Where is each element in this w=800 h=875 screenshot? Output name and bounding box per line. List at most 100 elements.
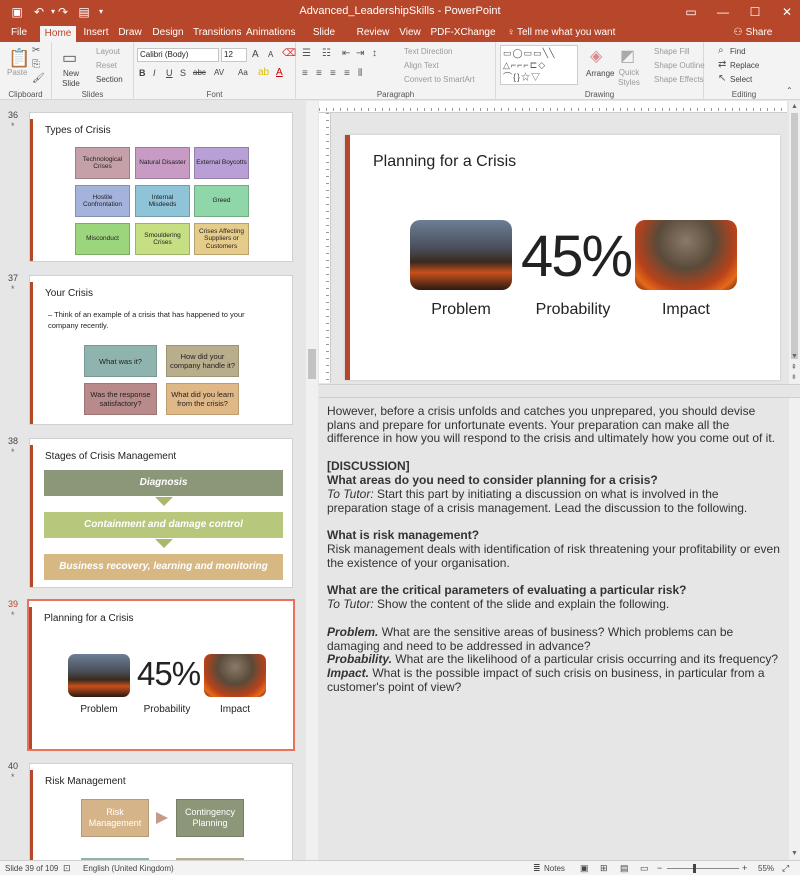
copy-icon[interactable]: ⎘: [32, 59, 40, 70]
zoom-slider-thumb[interactable]: [693, 864, 696, 873]
zoom-out-icon[interactable]: −: [657, 863, 662, 873]
zoom-slider[interactable]: [667, 868, 739, 869]
thumbnail-slide-37[interactable]: Your Crisis – Think of an example of a c…: [29, 275, 293, 425]
notes-scroll-down-icon[interactable]: ▼: [791, 850, 798, 857]
zoom-in-icon[interactable]: +: [742, 863, 747, 873]
cut-icon[interactable]: ✂: [32, 45, 40, 56]
tab-file[interactable]: File: [6, 24, 32, 42]
align-right-icon[interactable]: ≡: [330, 68, 336, 79]
format-painter-icon[interactable]: 🖌: [32, 73, 45, 84]
slide-title[interactable]: Planning for a Crisis: [373, 153, 516, 171]
scroll-down-icon[interactable]: ▼: [791, 353, 798, 360]
thumbnail-slide-38[interactable]: Stages of Crisis Management Diagnosis Co…: [29, 438, 293, 588]
columns-icon[interactable]: ⫴: [358, 68, 362, 79]
spell-check-icon[interactable]: ⊡: [63, 863, 71, 874]
highlight-icon[interactable]: ab: [258, 67, 269, 78]
new-slide-button[interactable]: New Slide: [58, 69, 84, 89]
label-probability[interactable]: Probability: [521, 301, 625, 319]
thumbnail-slide-39[interactable]: Planning for a Crisis 45% Problem Probab…: [27, 599, 295, 751]
close-button[interactable]: ✕: [778, 3, 796, 21]
thumbnail-slide-40[interactable]: Risk Management Risk Management Continge…: [29, 763, 293, 860]
shape-effects-button[interactable]: Shape Effects: [654, 75, 704, 84]
previous-slide-icon[interactable]: ⇞: [791, 363, 797, 371]
probability-percent[interactable]: 45%: [521, 223, 633, 290]
tab-review[interactable]: Review: [355, 24, 391, 42]
character-spacing-button[interactable]: AV: [214, 68, 224, 77]
tab-design[interactable]: Design: [151, 24, 185, 42]
font-name-select[interactable]: Calibri (Body): [137, 48, 219, 62]
arrange-button[interactable]: Arrange: [586, 69, 614, 78]
bullets-icon[interactable]: ☰: [302, 48, 311, 59]
quick-styles-icon[interactable]: ◩: [620, 46, 635, 66]
tab-slide-show[interactable]: Slide Show: [301, 24, 347, 56]
share-button[interactable]: Share: [745, 24, 773, 42]
notes-toggle-button[interactable]: Notes: [544, 864, 565, 873]
select-button[interactable]: Select: [730, 75, 752, 84]
slide-scroll-thumb[interactable]: [791, 113, 798, 359]
fit-to-window-icon[interactable]: ⤢: [782, 863, 789, 874]
notes-scrollbar[interactable]: ▼: [789, 398, 800, 860]
notes-icon[interactable]: ≣: [533, 863, 541, 874]
find-icon[interactable]: ⌕: [718, 45, 724, 56]
line-spacing-icon[interactable]: ↕: [372, 48, 377, 59]
tab-animations[interactable]: Animations: [246, 24, 295, 42]
shrink-font-button[interactable]: A: [268, 50, 273, 59]
paste-button[interactable]: Paste: [7, 68, 27, 77]
grow-font-button[interactable]: A: [252, 49, 259, 60]
shapes-gallery[interactable]: ▭◯▭▭╲╲ △⌐⌐⌐⊏◇ ⌒{}☆▽: [500, 45, 578, 85]
notes-pane[interactable]: However, before a crisis unfolds and cat…: [319, 398, 789, 860]
thumbnails-scroll-thumb[interactable]: [308, 349, 316, 379]
clear-formatting-icon[interactable]: ⌫: [282, 48, 296, 59]
paste-icon[interactable]: 📋: [8, 48, 30, 69]
replace-button[interactable]: Replace: [730, 61, 759, 70]
collapse-ribbon-icon[interactable]: ⌃: [786, 86, 793, 95]
justify-icon[interactable]: ≡: [344, 68, 350, 79]
quick-styles-button[interactable]: Quick Styles: [616, 68, 642, 88]
normal-view-icon[interactable]: ▣: [580, 863, 589, 874]
section-button[interactable]: Section: [96, 75, 123, 84]
shape-outline-button[interactable]: Shape Outline: [654, 61, 705, 70]
convert-smartart-button[interactable]: Convert to SmartArt: [404, 75, 475, 84]
tab-draw[interactable]: Draw: [116, 24, 144, 42]
strikethrough-button[interactable]: abc: [193, 68, 206, 77]
text-direction-button[interactable]: Text Direction: [404, 47, 452, 56]
tab-home[interactable]: Home: [40, 26, 76, 42]
decrease-indent-icon[interactable]: ⇤: [342, 48, 350, 59]
thumbnails-scrollbar[interactable]: [306, 101, 318, 860]
slideshow-view-icon[interactable]: ▭: [640, 863, 649, 874]
label-impact[interactable]: Impact: [630, 301, 742, 319]
slide-scrollbar[interactable]: ▲ ▼ ⇞ ⇟: [789, 101, 800, 384]
tab-transitions[interactable]: Transitions: [193, 24, 242, 42]
replace-icon[interactable]: ⇄: [718, 59, 726, 70]
numbering-icon[interactable]: ☷: [322, 48, 331, 59]
tab-insert[interactable]: Insert: [82, 24, 110, 42]
thumbnail-slide-36[interactable]: Types of Crisis Technological Crises Nat…: [29, 112, 293, 262]
reading-view-icon[interactable]: ▤: [620, 863, 629, 874]
language-indicator[interactable]: English (United Kingdom): [83, 864, 174, 873]
tell-me-search[interactable]: Tell me what you want to do: [517, 24, 617, 56]
new-slide-icon[interactable]: ▭: [62, 48, 77, 68]
italic-button[interactable]: I: [153, 68, 156, 78]
font-color-icon[interactable]: A: [276, 67, 283, 78]
scroll-up-icon[interactable]: ▲: [791, 103, 798, 110]
ribbon-display-options-icon[interactable]: ▭: [682, 3, 700, 21]
bold-button[interactable]: B: [139, 68, 146, 78]
maximize-button[interactable]: ☐: [746, 3, 764, 21]
reset-button[interactable]: Reset: [96, 61, 117, 70]
underline-button[interactable]: U: [166, 68, 173, 78]
layout-button[interactable]: Layout: [96, 47, 120, 56]
align-left-icon[interactable]: ≡: [302, 68, 308, 79]
increase-indent-icon[interactable]: ⇥: [356, 48, 364, 59]
align-text-button[interactable]: Align Text: [404, 61, 439, 70]
problem-image[interactable]: [410, 220, 512, 290]
slide-sorter-icon[interactable]: ⊞: [600, 863, 608, 874]
align-center-icon[interactable]: ≡: [316, 68, 322, 79]
label-problem[interactable]: Problem: [405, 301, 517, 319]
current-slide[interactable]: Planning for a Crisis 45% Problem Probab…: [345, 135, 780, 380]
minimize-button[interactable]: —: [714, 3, 732, 21]
next-slide-icon[interactable]: ⇟: [791, 373, 797, 381]
shadow-button[interactable]: S: [180, 68, 186, 78]
tab-view[interactable]: View: [397, 24, 423, 42]
shape-fill-button[interactable]: Shape Fill: [654, 47, 690, 56]
change-case-button[interactable]: Aa: [238, 68, 248, 77]
